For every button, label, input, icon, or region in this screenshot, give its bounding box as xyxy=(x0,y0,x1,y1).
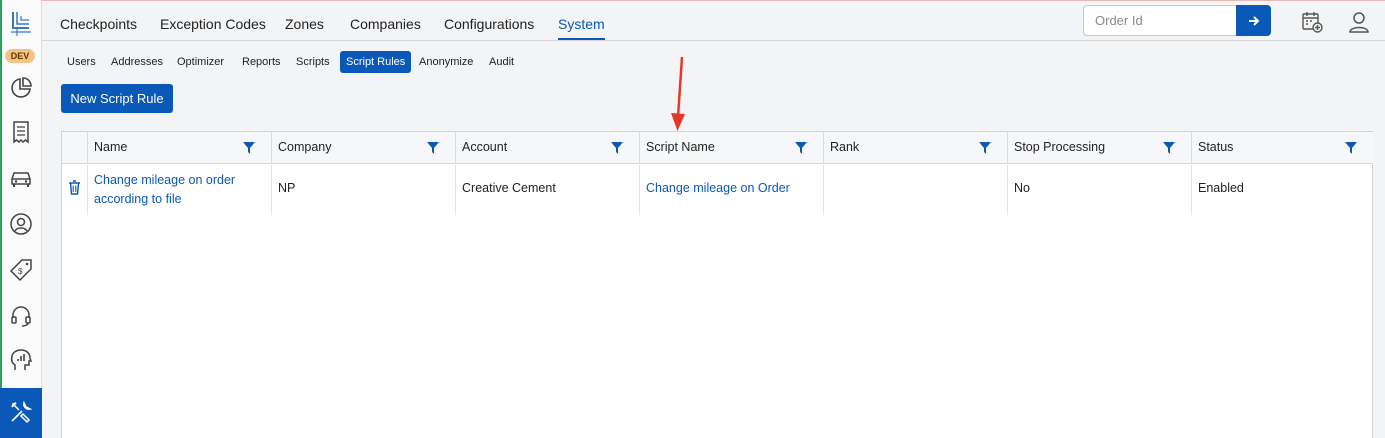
column-header-rank[interactable]: Rank xyxy=(823,132,1007,164)
column-header-account[interactable]: Account xyxy=(455,132,639,164)
calendar-add-icon[interactable] xyxy=(1300,10,1324,34)
sidebar-accent-bar xyxy=(0,0,2,438)
cell-stop-processing: No xyxy=(1007,165,1191,215)
cell-status: Enabled xyxy=(1191,165,1373,215)
new-script-rule-button[interactable]: New Script Rule xyxy=(61,84,173,113)
column-header-script-name[interactable]: Script Name xyxy=(639,132,823,164)
subtab-optimizer[interactable]: Optimizer xyxy=(177,51,224,73)
script-rules-table: Name Company Account Script Name Rank St… xyxy=(61,131,1373,438)
svg-text:$: $ xyxy=(18,267,23,276)
rule-name-link[interactable]: Change mileage on order according to fil… xyxy=(94,171,264,209)
table-header: Name Company Account Script Name Rank St… xyxy=(62,132,1373,164)
price-tag-icon[interactable]: $ xyxy=(9,258,33,282)
sidebar-item-system-tools[interactable] xyxy=(0,388,42,438)
env-badge: DEV xyxy=(5,49,35,63)
subtab-reports[interactable]: Reports xyxy=(242,51,281,73)
analytics-head-icon[interactable] xyxy=(9,348,33,372)
tab-checkpoints[interactable]: Checkpoints xyxy=(60,16,137,40)
user-circle-icon[interactable] xyxy=(9,212,33,236)
column-header-stop-processing[interactable]: Stop Processing xyxy=(1007,132,1191,164)
subtab-addresses[interactable]: Addresses xyxy=(111,51,163,73)
receipt-icon[interactable] xyxy=(9,120,33,144)
annotation-arrow xyxy=(671,56,685,131)
tab-companies[interactable]: Companies xyxy=(350,16,421,40)
cell-name: Change mileage on order according to fil… xyxy=(87,165,271,215)
trash-icon[interactable] xyxy=(68,180,81,195)
filter-icon[interactable] xyxy=(1163,142,1175,154)
cell-script-name: Change mileage on Order xyxy=(639,165,823,215)
tab-configurations[interactable]: Configurations xyxy=(444,16,534,40)
filter-icon[interactable] xyxy=(611,142,623,154)
app-logo-icon[interactable] xyxy=(9,10,33,38)
cell-company: NP xyxy=(271,165,455,215)
cell-account: Creative Cement xyxy=(455,165,639,215)
order-search-button[interactable] xyxy=(1236,5,1271,36)
subtab-anonymize[interactable]: Anonymize xyxy=(419,51,473,73)
subtab-script-rules[interactable]: Script Rules xyxy=(340,51,412,73)
pie-chart-icon[interactable] xyxy=(9,76,33,100)
order-id-input[interactable] xyxy=(1083,5,1237,36)
tools-icon xyxy=(11,400,33,424)
script-name-link[interactable]: Change mileage on Order xyxy=(646,181,790,195)
tab-exception-codes[interactable]: Exception Codes xyxy=(160,16,266,40)
subtab-scripts[interactable]: Scripts xyxy=(296,51,330,73)
tab-system[interactable]: System xyxy=(558,16,605,40)
user-profile-icon[interactable] xyxy=(1347,10,1371,34)
filter-icon[interactable] xyxy=(795,142,807,154)
car-icon[interactable] xyxy=(9,166,33,190)
top-navigation: Checkpoints Exception Codes Zones Compan… xyxy=(42,1,1385,41)
filter-icon[interactable] xyxy=(1345,142,1357,154)
filter-icon[interactable] xyxy=(427,142,439,154)
filter-icon[interactable] xyxy=(243,142,255,154)
sidebar: DEV $ xyxy=(0,0,42,438)
arrow-right-icon xyxy=(1248,15,1259,26)
subtab-audit[interactable]: Audit xyxy=(489,51,514,73)
subtab-users[interactable]: Users xyxy=(67,51,96,73)
table-row[interactable]: Change mileage on order according to fil… xyxy=(62,165,1373,215)
cell-rank xyxy=(823,165,1007,215)
headset-icon[interactable] xyxy=(9,304,33,328)
column-header-name[interactable]: Name xyxy=(87,132,271,164)
column-header-company[interactable]: Company xyxy=(271,132,455,164)
tab-zones[interactable]: Zones xyxy=(285,16,324,40)
filter-icon[interactable] xyxy=(979,142,991,154)
column-header-status[interactable]: Status xyxy=(1191,132,1373,164)
